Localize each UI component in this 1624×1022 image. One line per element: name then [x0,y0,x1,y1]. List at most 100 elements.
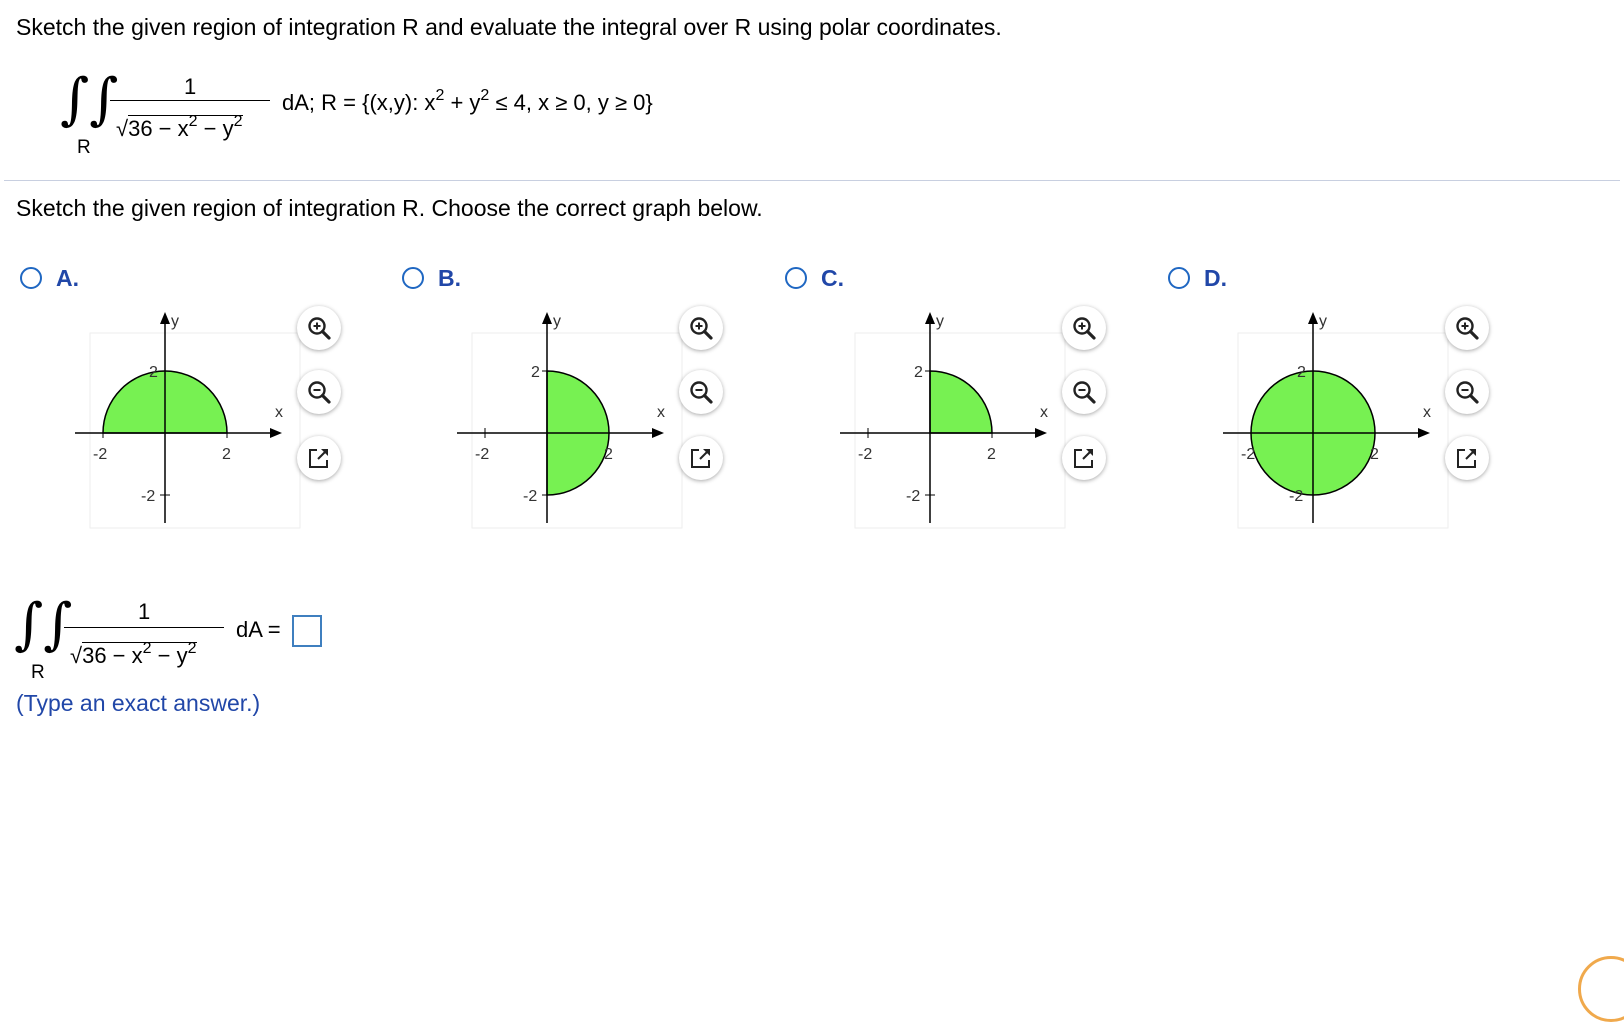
zoom-out-icon [690,381,713,404]
answer-input-box[interactable] [292,615,322,647]
option-letter: B. [438,265,461,291]
y-tick-label-neg: -2 [141,488,155,505]
option-radio[interactable] [20,267,42,289]
zoom-out-icon [1456,381,1479,404]
popout-icon [1074,449,1093,468]
x-tick-label-pos: 2 [987,446,996,463]
region-tail: ≤ 4, x ≥ 0, y ≥ 0} [489,90,653,115]
double-integral-sign: ∫∫ [14,592,73,657]
exponent: 2 [187,640,197,657]
zoom-in-button[interactable] [1062,306,1106,350]
region-definition: dA; R = {(x,y): x2 + y2 ≤ 4, x ≥ 0, y ≥ … [282,87,653,116]
integral-region-subscript: R [31,662,45,683]
y-axis-arrow [925,312,935,324]
answer-expression: ∫∫ R 1 √36 − x2 − y2 dA = [14,595,374,690]
x-tick-label-neg: -2 [858,446,872,463]
y-tick-label-pos: 2 [149,364,158,381]
zoom-out-icon [308,381,331,404]
x-axis-label: x [657,404,665,421]
x-axis-label: x [1040,404,1048,421]
part1-instruction: Sketch the given region of integration R… [16,195,763,221]
exponent: 2 [435,87,445,104]
x-axis-arrow [652,428,664,438]
y-tick-label-neg: -2 [1289,488,1303,505]
zoom-out-button[interactable] [1445,370,1489,414]
y-axis-arrow [1308,312,1318,324]
exponent: 2 [142,640,152,657]
popout-button[interactable] [679,436,723,480]
zoom-in-icon [308,317,331,340]
x-tick-label-pos: 2 [222,446,231,463]
popout-icon [309,449,328,468]
integral-expression: ∫∫ R 1 √36 − x2 − y2 dA; R = {(x,y): x2 … [60,70,760,165]
y-tick-label-pos: 2 [914,364,923,381]
fraction-bar [64,627,224,628]
zoom-out-button[interactable] [297,370,341,414]
question-title: Sketch the given region of integration R… [16,14,1002,40]
region-graph: y x 2 -2 2 -2 [1223,312,1449,529]
radicand-lead: 36 − x [82,643,143,668]
y-axis-label: y [1319,313,1327,330]
radicand-lead: 36 − x [128,116,189,141]
radicand-mid: − y [151,643,188,668]
integrand-numerator: 1 [138,599,151,624]
x-tick-label-pos: 2 [1370,446,1379,463]
y-tick-label-neg: -2 [523,488,537,505]
y-axis-arrow [160,312,170,324]
fraction-bar [110,100,270,101]
popout-button[interactable] [297,436,341,480]
zoom-in-icon [1073,317,1096,340]
region-graph: y x 2 -2 2 -2 [457,312,683,529]
y-axis-arrow [542,312,552,324]
x-axis-arrow [270,428,282,438]
x-tick-label-neg: -2 [475,446,489,463]
integrand-denominator: √36 − x2 − y2 [70,640,197,668]
shaded-region [929,370,993,434]
y-axis-label: y [553,313,561,330]
region-graph: y x 2 -2 2 -2 [75,312,301,529]
y-tick-label-neg: -2 [906,488,920,505]
zoom-in-button[interactable] [679,306,723,350]
y-axis-label: y [171,313,179,330]
x-axis-arrow [1035,428,1047,438]
zoom-out-icon [1073,381,1096,404]
answer-hint: (Type an exact answer.) [16,690,261,716]
section-divider [4,180,1620,181]
x-tick-label-neg: -2 [93,446,107,463]
option-letter: C. [821,265,844,291]
radicand-mid: − y [197,116,234,141]
integrand-denominator: √36 − x2 − y2 [116,113,243,141]
y-axis-label: y [936,313,944,330]
option-radio[interactable] [1168,267,1190,289]
corner-help-button[interactable] [1578,956,1624,1022]
option-letter: D. [1204,265,1227,291]
zoom-in-button[interactable] [297,306,341,350]
exponent: 2 [188,113,198,130]
option-radio[interactable] [402,267,424,289]
exponent: 2 [480,87,490,104]
y-tick-label-pos: 2 [1297,364,1306,381]
option-letter: A. [56,265,79,291]
popout-button[interactable] [1445,436,1489,480]
zoom-in-icon [690,317,713,340]
x-axis-label: x [1423,404,1431,421]
region-graph: y x 2 -2 2 -2 [840,312,1066,529]
zoom-out-button[interactable] [1062,370,1106,414]
popout-button[interactable] [1062,436,1106,480]
region-mid: + y [444,90,481,115]
x-tick-label-pos: 2 [604,446,613,463]
integral-region-subscript: R [77,137,91,158]
region-lead: dA; R = {(x,y): x [282,90,436,115]
y-tick-label-pos: 2 [531,364,540,381]
popout-icon [1457,449,1476,468]
zoom-in-icon [1456,317,1479,340]
integrand-numerator: 1 [184,74,197,99]
exponent: 2 [233,113,243,130]
x-tick-label-neg: -2 [1241,446,1255,463]
x-axis-arrow [1418,428,1430,438]
x-axis-label: x [275,404,283,421]
option-radio[interactable] [785,267,807,289]
popout-icon [691,449,710,468]
zoom-in-button[interactable] [1445,306,1489,350]
zoom-out-button[interactable] [679,370,723,414]
